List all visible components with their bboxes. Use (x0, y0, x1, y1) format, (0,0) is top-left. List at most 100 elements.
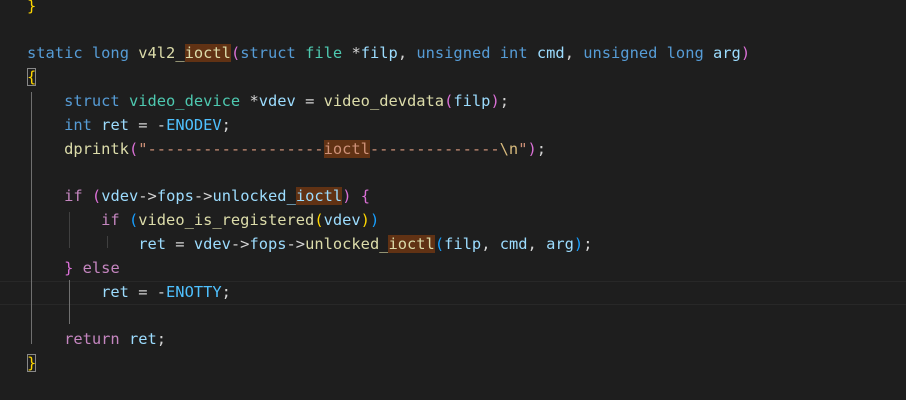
code-token: cmd (499, 235, 528, 253)
code-token: ; (221, 283, 231, 301)
code-token: vdev (323, 211, 361, 229)
code-line-text: int ret = -ENODEV; (27, 113, 231, 137)
code-token: unlocked_ (305, 235, 389, 253)
code-line[interactable]: static long v4l2_ioctl(struct file *filp… (0, 41, 906, 65)
code-token: filp (453, 92, 491, 110)
code-token: fops (249, 235, 287, 253)
code-token: ENOTTY (166, 283, 222, 301)
code-token: filp (360, 44, 398, 62)
code-token: -> (286, 235, 306, 253)
code-token: video_is_registered (138, 211, 315, 229)
code-token: { (27, 68, 37, 86)
code-token: ; (156, 330, 167, 348)
code-token: = - (128, 116, 167, 134)
code-token: ; (499, 92, 509, 110)
code-line-text: { (27, 65, 37, 89)
code-line[interactable]: } (0, 0, 906, 18)
code-token: static (27, 44, 83, 62)
code-line-text: static long v4l2_ioctl(struct file *filp… (27, 41, 750, 65)
code-line[interactable]: if (video_is_registered(vdev)) (0, 208, 906, 232)
code-token: else (82, 259, 120, 277)
code-line-text: struct video_device *vdev = video_devdat… (27, 89, 509, 113)
code-token: = (166, 235, 194, 253)
code-line-text: dprintk("-------------------ioctl-------… (27, 137, 546, 161)
code-token: if (101, 211, 120, 229)
code-line[interactable]: dprintk("-------------------ioctl-------… (0, 137, 906, 161)
code-token: file (305, 44, 343, 62)
code-token: -> (138, 187, 157, 205)
code-line-text: return ret; (27, 327, 166, 351)
code-line-text: } (27, 351, 37, 375)
code-token: = - (128, 283, 167, 301)
code-token: ; (221, 116, 231, 134)
code-token: ( (434, 235, 445, 253)
code-token: cmd (536, 44, 565, 62)
code-token: \n (499, 140, 519, 158)
code-token: arg (546, 235, 574, 253)
code-token: } (64, 259, 74, 277)
code-line-text: ret = -ENOTTY; (27, 280, 231, 304)
code-line[interactable]: ret = -ENOTTY; (0, 280, 906, 304)
code-token: long (91, 44, 129, 62)
code-token: , (397, 44, 417, 62)
code-line[interactable]: return ret; (0, 327, 906, 351)
code-line[interactable]: struct video_device *vdev = video_devdat… (0, 89, 906, 113)
code-token: ; (536, 140, 547, 158)
code-token: int (64, 116, 92, 134)
code-line[interactable]: } else (0, 256, 906, 280)
code-token: struct (64, 92, 120, 110)
code-line[interactable] (0, 304, 906, 328)
code-token: video_device (128, 92, 241, 110)
code-token: ( (128, 211, 139, 229)
search-match-token: ioctl (388, 235, 435, 253)
search-match-token: ioctl (323, 140, 370, 158)
search-match-token: ioctl (295, 187, 343, 205)
code-line[interactable]: int ret = -ENODEV; (0, 113, 906, 137)
code-token: ) (369, 211, 380, 229)
code-token: long (666, 44, 704, 62)
code-token: vdev (258, 92, 296, 110)
code-token: ret (101, 116, 129, 134)
code-token: , (564, 44, 584, 62)
code-token: ; (583, 235, 593, 253)
code-token: ) (573, 235, 584, 253)
code-token: struct (240, 44, 296, 62)
code-token: ) (360, 211, 370, 229)
code-token: ret (101, 283, 129, 301)
code-line[interactable]: if (vdev->fops->unlocked_ioctl) { (0, 184, 906, 208)
code-token: , (527, 235, 547, 253)
code-token: { (360, 187, 371, 205)
code-line-text: if (video_is_registered(vdev)) (27, 208, 379, 232)
code-token: "------------------- (138, 140, 324, 158)
code-token: } (27, 0, 37, 15)
code-line[interactable]: ret = vdev->fops->unlocked_ioctl(filp, c… (0, 232, 906, 256)
code-token: unsigned (583, 44, 658, 62)
code-line[interactable]: { (0, 65, 906, 89)
code-token: ) (490, 92, 500, 110)
code-line[interactable]: } (0, 351, 906, 375)
code-token: ret (128, 330, 157, 348)
code-token: unlocked_ (212, 187, 296, 205)
code-line[interactable] (0, 161, 906, 185)
code-line-text: if (vdev->fops->unlocked_ioctl) { (27, 184, 370, 208)
code-token: -> (193, 187, 213, 205)
code-editor[interactable]: } static long v4l2_ioctl(struct file *fil… (0, 0, 906, 400)
code-token: , (481, 235, 500, 253)
code-line[interactable] (0, 18, 906, 42)
